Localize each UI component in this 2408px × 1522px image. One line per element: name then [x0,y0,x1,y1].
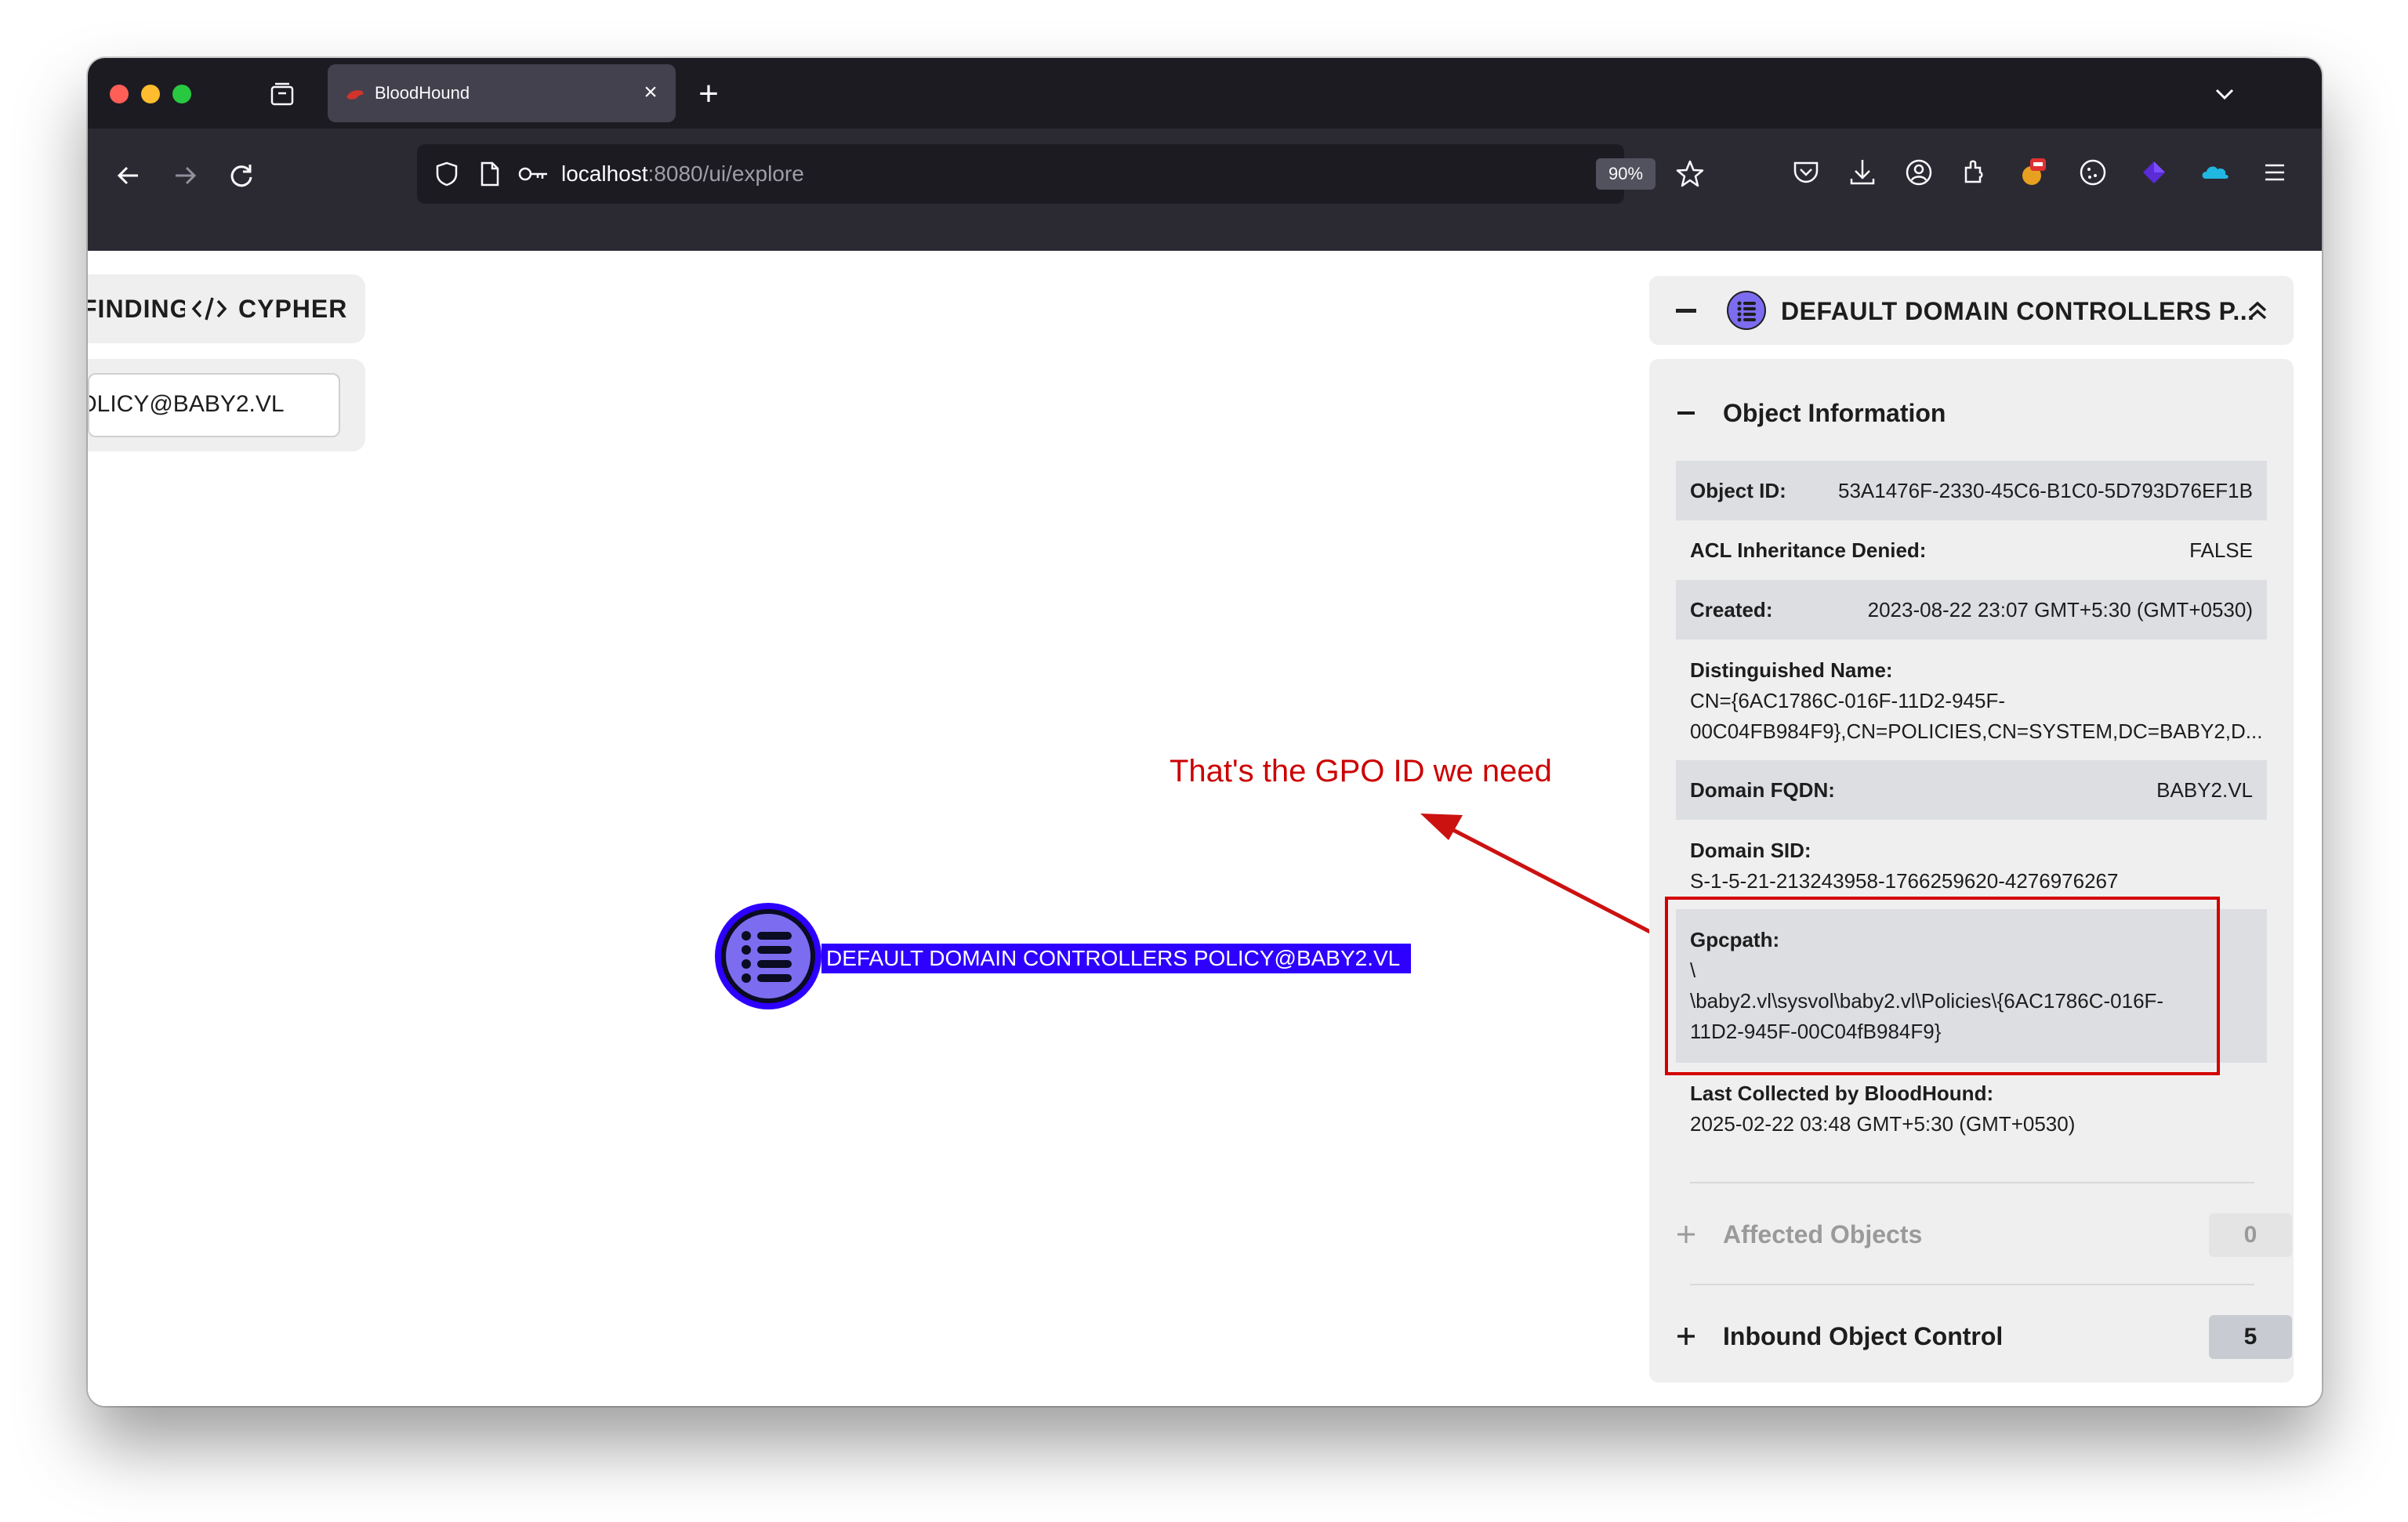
extensions-icon[interactable] [1958,155,1993,190]
tab-cypher[interactable]: CYPHER [238,295,347,323]
object-id-value: 53A1476F-2330-45C6-B1C0-5D793D76EF1B [1838,479,2253,502]
tab-close-icon[interactable]: × [636,78,665,107]
cloud-icon[interactable] [2198,155,2232,190]
domain-sid-row: Domain SID: S-1-5-21-213243958-176625962… [1676,820,2267,909]
account-icon[interactable] [1902,155,1936,190]
url-host: localhost [561,161,648,186]
navigation-bar: localhost:8080/ui/explore 90% [88,129,2322,251]
reload-icon[interactable] [219,154,263,197]
chevron-down-icon[interactable] [2209,78,2240,110]
sid-label: Domain SID: [1690,839,1811,862]
new-tab-icon[interactable]: + [691,77,726,111]
bloodhound-explore-page: FINDINGS CYPHER DEFAULT DOMAIN CONTROLLE… [88,251,2322,1406]
download-icon[interactable] [1845,155,1880,190]
acl-row: ACL Inheritance Denied: FALSE [1676,520,2267,580]
bloodhound-favicon-icon [346,90,364,100]
pocket-icon[interactable] [1789,155,1823,190]
url-text[interactable]: localhost:8080/ui/explore [561,160,804,188]
plus-icon[interactable] [1676,1224,1696,1245]
gpo-list-icon [1727,291,1766,330]
tab-bar: BloodHound × + [88,58,2322,129]
inbound-object-control-label: Inbound Object Control [1723,1322,2004,1350]
distinguished-name-row: Distinguished Name: CN={6AC1786C-016F-11… [1676,640,2267,760]
fqdn-value: BABY2.VL [2156,778,2253,802]
dn-label: Distinguished Name: [1690,658,1893,682]
search-input-value: DEFAULT DOMAIN CONTROLLERS POLICY@BABY2.… [89,391,285,417]
back-arrow-icon[interactable] [107,154,150,197]
fqdn-label: Domain FQDN: [1690,778,1835,802]
entity-panel-body: Object Information Object ID: 53A1476F-2… [1649,359,2294,1382]
affected-objects-label: Affected Objects [1723,1220,1923,1248]
key-icon[interactable] [516,158,550,190]
divider [1690,1182,2254,1183]
minus-icon[interactable] [1676,403,1696,423]
inbound-object-control-header[interactable]: Inbound Object Control [1676,1317,2267,1356]
chevron-double-up-icon[interactable] [2242,295,2273,326]
page-icon[interactable] [473,158,505,190]
gpcpath-highlight-box [1665,897,2220,1075]
acl-label: ACL Inheritance Denied: [1690,538,1927,562]
cookie-icon[interactable] [2076,155,2110,190]
minimize-icon[interactable] [1676,309,1696,313]
gpo-node[interactable] [712,900,825,1013]
extension-badge-icon[interactable] [2016,155,2051,190]
dn-value-line2: 00C04FB984F9},CN=POLICIES,CN=SYSTEM,DC=B… [1690,719,2263,743]
created-label: Created: [1690,598,1773,621]
plus-icon[interactable] [1676,1326,1696,1346]
tab-title: BloodHound [375,83,470,103]
acl-value: FALSE [2189,538,2253,562]
created-row: Created: 2023-08-22 23:07 GMT+5:30 (GMT+… [1676,580,2267,640]
url-bar[interactable]: localhost:8080/ui/explore 90% [417,144,1704,204]
left-tab-strip: FINDINGS CYPHER [88,274,365,343]
affected-objects-count: 0 [2209,1213,2292,1257]
created-value: 2023-08-22 23:07 GMT+5:30 (GMT+0530) [1867,598,2253,621]
hamburger-menu-icon[interactable] [2258,155,2292,190]
gpo-node-label[interactable]: DEFAULT DOMAIN CONTROLLERS POLICY@BABY2.… [821,944,1412,973]
sid-value: S-1-5-21-213243958-1766259620-4276976267 [1690,869,2119,893]
divider [1690,1284,2254,1285]
inbound-object-control-count: 5 [2209,1315,2292,1359]
diamond-extension-icon[interactable] [2137,155,2171,190]
domain-fqdn-row: Domain FQDN: BABY2.VL [1676,760,2267,820]
object-id-label: Object ID: [1690,479,1786,502]
shield-icon[interactable] [431,158,462,190]
minimize-window-button[interactable] [141,85,160,103]
maximize-window-button[interactable] [172,85,191,103]
code-icon[interactable] [191,293,227,324]
last-collected-value: 2025-02-22 03:48 GMT+5:30 (GMT+0530) [1690,1112,2076,1136]
search-panel: DEFAULT DOMAIN CONTROLLERS POLICY@BABY2.… [88,359,365,451]
entity-title: DEFAULT DOMAIN CONTROLLERS P... [1781,297,2255,325]
last-collected-row: Last Collected by BloodHound: 2025-02-22… [1676,1063,2267,1154]
search-input[interactable]: DEFAULT DOMAIN CONTROLLERS POLICY@BABY2.… [88,373,340,437]
browser-window: BloodHound × + localhost:8080/ui/explore… [88,58,2322,1406]
tab-manager-icon[interactable] [268,80,296,108]
node-label-text: DEFAULT DOMAIN CONTROLLERS POLICY@BABY2.… [826,946,1401,970]
object-id-row: Object ID: 53A1476F-2330-45C6-B1C0-5D793… [1676,461,2267,520]
tab-bloodhound[interactable]: BloodHound × [328,64,676,122]
affected-objects-header[interactable]: Affected Objects [1676,1215,2267,1254]
zoom-level-badge[interactable]: 90% [1596,158,1656,190]
last-collected-label: Last Collected by BloodHound: [1690,1082,1994,1105]
tab-findings[interactable]: FINDINGS [88,295,185,323]
entity-panel-header: DEFAULT DOMAIN CONTROLLERS P... [1649,276,2294,345]
url-path: :8080/ui/explore [647,161,804,186]
section-title: Object Information [1723,399,1946,427]
annotation-text: That's the GPO ID we need [1170,754,1552,788]
bookmark-star-icon[interactable] [1674,158,1706,190]
dn-value-line1: CN={6AC1786C-016F-11D2-945F- [1690,689,2005,712]
forward-arrow-icon[interactable] [163,154,207,197]
close-window-button[interactable] [110,85,129,103]
